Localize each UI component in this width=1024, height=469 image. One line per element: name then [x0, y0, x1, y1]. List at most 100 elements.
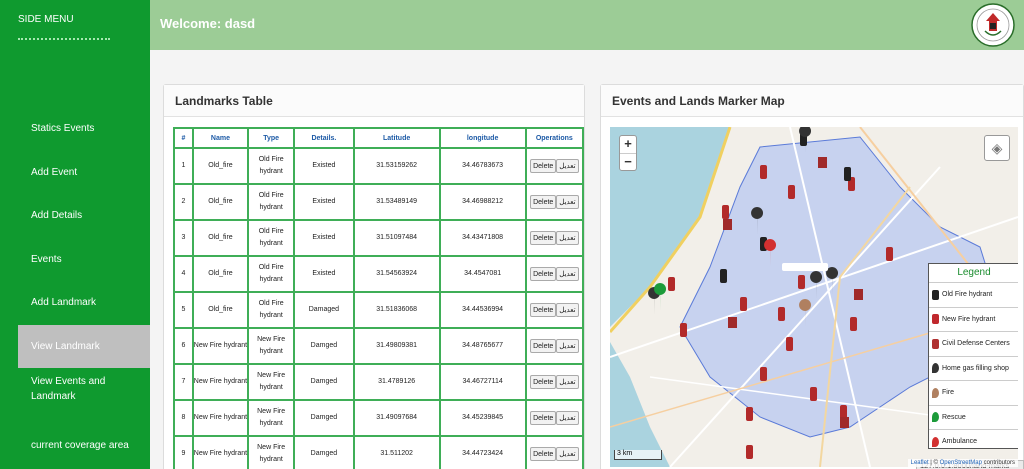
delete-button[interactable]: Delete: [530, 195, 557, 209]
table-row: 5 Old_fire Old Fire hydrant Damaged 31.51836…: [173, 291, 585, 329]
row-actions: Delete تعديل: [527, 159, 582, 173]
cell-latitude: 31.4789126: [352, 363, 441, 401]
sidebar-item-view-events-landmark[interactable]: View Events and Landmark: [0, 368, 150, 424]
welcome-title: Welcome: dasd: [160, 16, 256, 31]
legend-label: Fire: [942, 389, 955, 397]
map-canvas[interactable]: + − ◈ Legend Old Fire hydrant New Fire hy…: [610, 127, 1018, 467]
cell-details: Damged: [293, 363, 355, 401]
cell-details: Existed: [293, 255, 355, 293]
cell-number: 5: [173, 291, 194, 329]
table-header-row: # Name Type Details. Latitude longitude …: [173, 127, 585, 149]
delete-button[interactable]: Delete: [530, 375, 557, 389]
map-legend: Legend Old Fire hydrant New Fire hydrant C…: [928, 263, 1018, 449]
row-actions: Delete تعديل: [527, 231, 582, 245]
zoom-in-button[interactable]: +: [620, 136, 636, 153]
osm-link[interactable]: OpenStreetMap: [940, 460, 982, 466]
sidebar-item-statics-events[interactable]: Statics Events: [0, 107, 150, 151]
col-longitude: longitude: [438, 127, 527, 149]
cell-name: Old_fire: [191, 291, 250, 329]
sidebar-item-add-details[interactable]: Add Details: [0, 194, 150, 238]
sidebar: SIDE MENU Statics Events Add Event Add D…: [0, 0, 150, 469]
cell-operations: Delete تعديل: [524, 435, 585, 469]
cell-type: New Fire hydrant: [247, 435, 296, 469]
row-actions: Delete تعديل: [527, 339, 582, 353]
delete-button[interactable]: Delete: [530, 267, 557, 281]
edit-button[interactable]: تعديل: [556, 411, 579, 425]
delete-button[interactable]: Delete: [530, 159, 557, 173]
cell-number: 7: [173, 363, 194, 401]
table-row: 1 Old_fire Old Fire hydrant Existed 31.53159…: [173, 147, 585, 185]
col-type: Type: [247, 127, 296, 149]
cell-name: Old_fire: [191, 255, 250, 293]
delete-button[interactable]: Delete: [530, 411, 557, 425]
cell-type: New Fire hydrant: [247, 399, 296, 437]
attribution-separator: | ©: [928, 460, 940, 466]
pin-dark-icon: [932, 363, 939, 374]
landmarks-table: # Name Type Details. Latitude longitude …: [173, 127, 585, 469]
cell-latitude: 31.53159262: [352, 147, 441, 185]
col-name: Name: [191, 127, 250, 149]
cell-type: Old Fire hydrant: [247, 291, 296, 329]
cell-longitude: 34.48765677: [438, 327, 527, 365]
zoom-control: + −: [619, 135, 637, 171]
col-details: Details.: [293, 127, 355, 149]
attribution-tail: contributors: [981, 460, 1015, 466]
row-actions: Delete تعديل: [527, 447, 582, 461]
cell-number: 6: [173, 327, 194, 365]
edit-button[interactable]: تعديل: [556, 231, 579, 245]
cell-type: Old Fire hydrant: [247, 147, 296, 185]
cell-number: 3: [173, 219, 194, 257]
cell-latitude: 31.49097684: [352, 399, 441, 437]
cell-details: Existed: [293, 219, 355, 257]
cell-latitude: 31.511202: [352, 435, 441, 469]
cell-operations: Delete تعديل: [524, 363, 585, 401]
row-actions: Delete تعديل: [527, 195, 582, 209]
cell-name: New Fire hydrant: [191, 363, 250, 401]
edit-button[interactable]: تعديل: [556, 303, 579, 317]
layers-control-button[interactable]: ◈: [984, 135, 1010, 161]
pin-brown-icon: [932, 387, 939, 398]
cell-details: Damaged: [293, 291, 355, 329]
sidebar-item-add-event[interactable]: Add Event: [0, 151, 150, 195]
cell-details: Damged: [293, 399, 355, 437]
edit-button[interactable]: تعديل: [556, 195, 579, 209]
cell-longitude: 34.44723424: [438, 435, 527, 469]
col-operations: Operations: [524, 127, 585, 149]
edit-button[interactable]: تعديل: [556, 267, 579, 281]
delete-button[interactable]: Delete: [530, 339, 557, 353]
delete-button[interactable]: Delete: [530, 447, 557, 461]
sidebar-item-add-landmark[interactable]: Add Landmark: [0, 281, 150, 325]
cell-latitude: 31.49809381: [352, 327, 441, 365]
hydrant-red-icon: [668, 165, 893, 459]
edit-button[interactable]: تعديل: [556, 447, 579, 461]
table-row: 3 Old_fire Old Fire hydrant Existed 31.51097…: [173, 219, 585, 257]
cell-name: Old_fire: [191, 183, 250, 221]
landmarks-table-wrapper: # Name Type Details. Latitude longitude …: [173, 127, 585, 469]
sidebar-item-view-landmark[interactable]: View Landmark: [18, 324, 150, 368]
delete-button[interactable]: Delete: [530, 303, 557, 317]
cell-number: 9: [173, 435, 194, 469]
cell-number: 4: [173, 255, 194, 293]
delete-button[interactable]: Delete: [530, 231, 557, 245]
cell-name: New Fire hydrant: [191, 327, 250, 365]
cell-name: Old_fire: [191, 219, 250, 257]
legend-label: Rescue: [942, 413, 966, 421]
pin-dark-icon: [648, 127, 839, 315]
cell-name: New Fire hydrant: [191, 435, 250, 469]
sidebar-item-events[interactable]: Events: [0, 238, 150, 282]
edit-button[interactable]: تعديل: [556, 159, 579, 173]
edit-button[interactable]: تعديل: [556, 375, 579, 389]
sidebar-item-coverage-area[interactable]: current coverage area: [0, 424, 150, 468]
cell-longitude: 34.4547081: [438, 255, 527, 293]
cell-longitude: 34.43471808: [438, 219, 527, 257]
cell-longitude: 34.46988212: [438, 183, 527, 221]
pin-red-icon: [764, 239, 777, 267]
edit-button[interactable]: تعديل: [556, 339, 579, 353]
row-actions: Delete تعديل: [527, 267, 582, 281]
leaflet-link[interactable]: Leaflet: [911, 460, 929, 466]
cell-operations: Delete تعديل: [524, 399, 585, 437]
table-row: 7 New Fire hydrant New Fire hydrant Damged 3…: [173, 363, 585, 401]
zoom-out-button[interactable]: −: [620, 153, 636, 170]
legend-item: New Fire hydrant: [929, 306, 1018, 332]
cell-number: 2: [173, 183, 194, 221]
